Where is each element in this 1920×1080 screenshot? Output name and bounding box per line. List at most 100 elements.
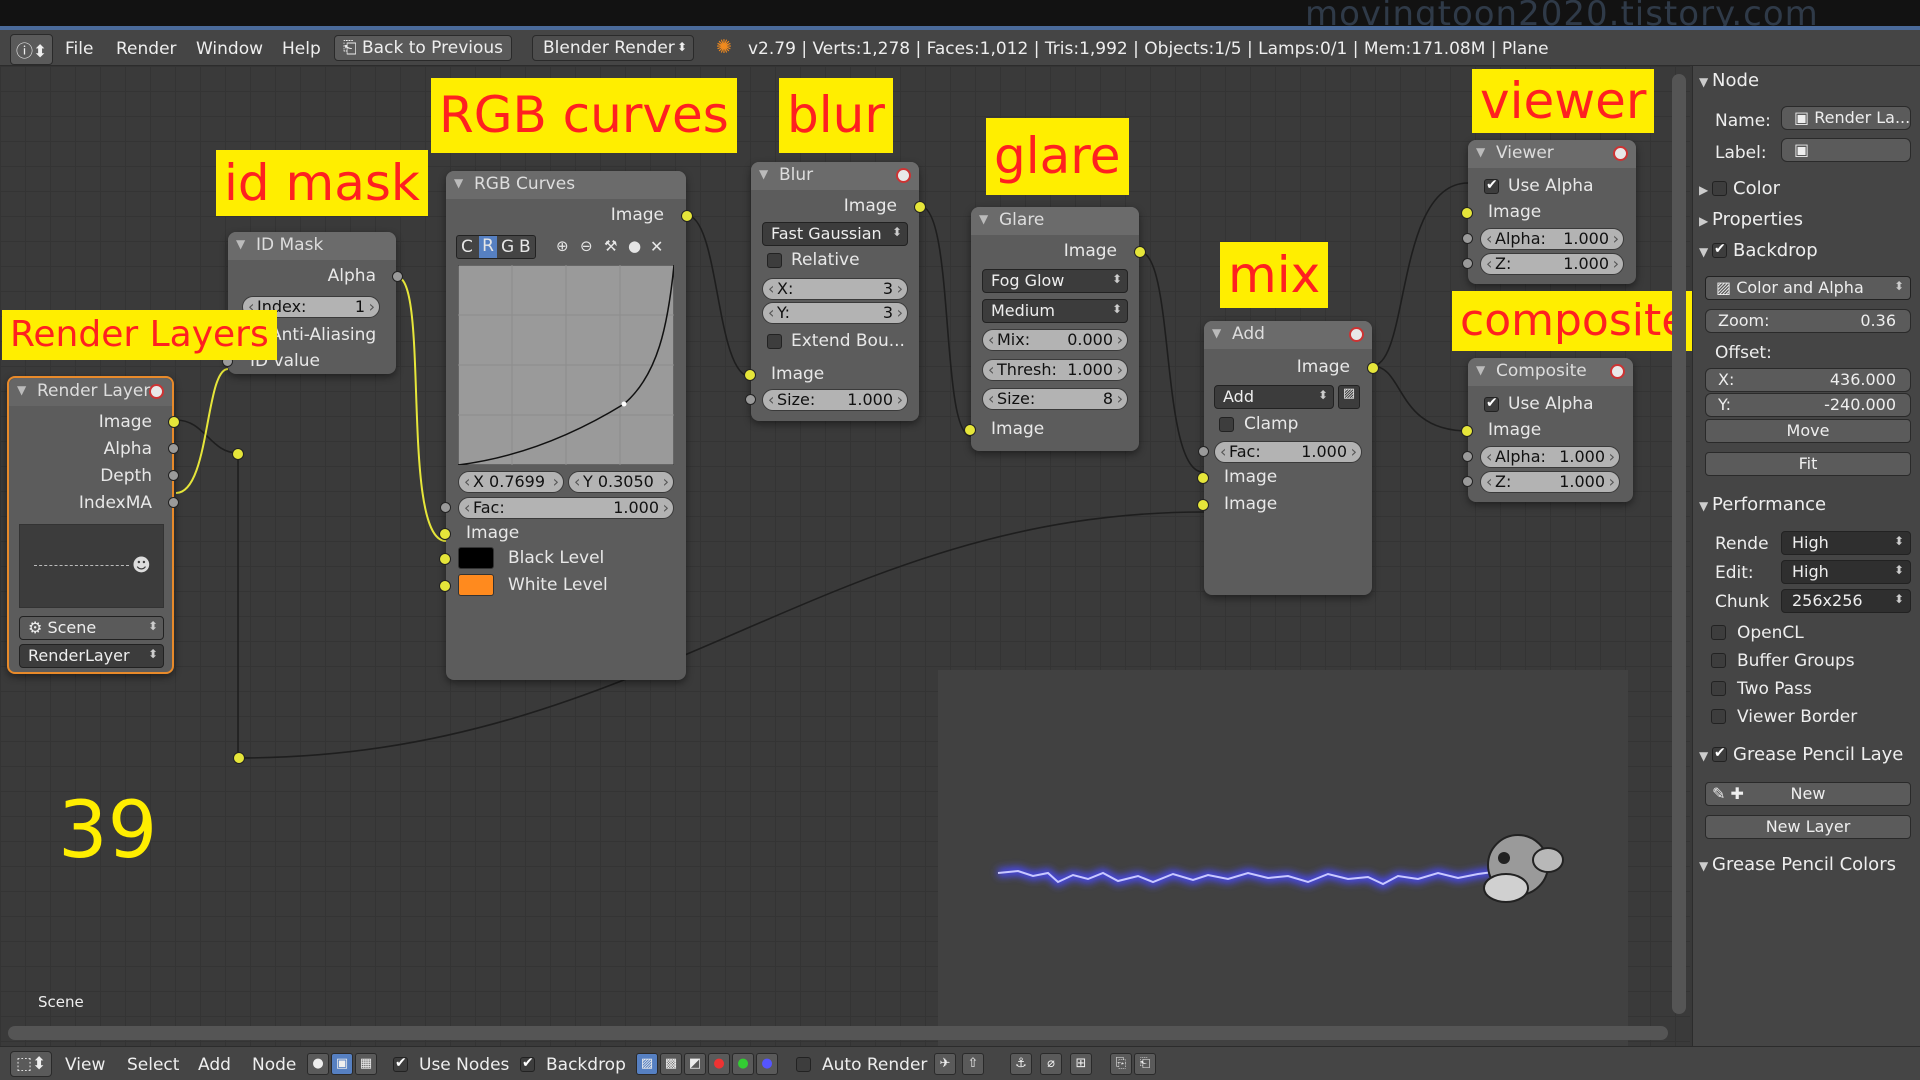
id-mask-node-header[interactable]: ID Mask: [228, 232, 396, 260]
new-layer-button[interactable]: New Layer: [1705, 815, 1911, 839]
render-layers-node-header[interactable]: Render Layers: [9, 378, 172, 406]
input-image-socket[interactable]: [1461, 207, 1473, 219]
backdrop-channels-dropdown[interactable]: ▨ Color and Alpha: [1705, 276, 1911, 300]
green-channel-icon[interactable]: ●: [732, 1053, 754, 1075]
input-size-socket[interactable]: [745, 394, 756, 405]
opencl-checkbox[interactable]: [1711, 625, 1726, 640]
use-alpha-toggle-icon[interactable]: ▨: [1338, 385, 1360, 409]
go-to-parent-icon[interactable]: ⇧: [962, 1053, 984, 1075]
menu-view[interactable]: View: [65, 1055, 105, 1075]
output-alpha-socket[interactable]: [168, 443, 179, 454]
clamp-checkbox[interactable]: [1219, 417, 1234, 432]
viewer-z-field[interactable]: Z: 1.000: [1480, 253, 1624, 275]
input-image-2-socket[interactable]: [1197, 499, 1209, 511]
glare-type-dropdown[interactable]: Fog Glow: [982, 269, 1128, 293]
snap-element-icon[interactable]: ⊞: [1070, 1053, 1092, 1075]
back-to-previous-button[interactable]: ⎗ Back to Previous: [334, 35, 513, 61]
scene-selector[interactable]: ⚙ Scene: [19, 616, 164, 640]
output-image-socket[interactable]: [168, 416, 180, 428]
curve-x-readout[interactable]: X 0.7699: [458, 471, 564, 493]
input-alpha-socket[interactable]: [1462, 233, 1473, 244]
output-depth-socket[interactable]: [168, 470, 179, 481]
extend-bounds-checkbox[interactable]: [767, 334, 782, 349]
info-editor-icon[interactable]: ⓘ⬍: [10, 34, 54, 65]
blur-node-header[interactable]: Blur: [751, 162, 919, 190]
pin-icon[interactable]: ✈: [934, 1053, 956, 1075]
editor-type-icon[interactable]: ⬚⬍: [10, 1051, 53, 1077]
input-alpha-socket[interactable]: [1462, 451, 1473, 462]
output-image-socket[interactable]: [914, 201, 926, 213]
menu-node[interactable]: Node: [252, 1055, 296, 1075]
channel-r-tab[interactable]: R: [479, 236, 497, 258]
horizontal-scrollbar[interactable]: [8, 1026, 1668, 1040]
channel-b-tab[interactable]: B: [519, 237, 531, 257]
backdrop-checkbox[interactable]: [1712, 241, 1728, 258]
vertical-scrollbar[interactable]: [1672, 74, 1686, 1014]
backdrop-zoom-field[interactable]: Zoom: 0.36: [1705, 309, 1911, 333]
curve-graph[interactable]: [458, 265, 674, 465]
edit-quality-dropdown[interactable]: High: [1781, 560, 1911, 584]
buffer-groups-checkbox[interactable]: [1711, 653, 1726, 668]
snap-target-icon[interactable]: ⌀: [1040, 1053, 1062, 1075]
color-checkbox[interactable]: [1712, 181, 1728, 196]
auto-render-checkbox[interactable]: [796, 1057, 811, 1072]
grease-pencil-layers-checkbox[interactable]: [1712, 745, 1728, 762]
black-level-swatch[interactable]: [458, 547, 494, 569]
output-image-socket[interactable]: [681, 210, 693, 222]
red-channel-icon[interactable]: ●: [708, 1053, 730, 1075]
render-quality-dropdown[interactable]: High: [1781, 531, 1911, 555]
viewer-use-alpha-checkbox[interactable]: [1484, 177, 1499, 194]
viewer-node-header[interactable]: Viewer: [1468, 140, 1636, 168]
menu-select[interactable]: Select: [127, 1055, 179, 1075]
offset-y-field[interactable]: Y: -240.000: [1705, 393, 1911, 417]
composite-node-header[interactable]: Composite: [1468, 358, 1633, 386]
node-preview-icon[interactable]: [1610, 364, 1625, 379]
glare-node[interactable]: Glare Image Fog Glow Medium Mix: 0.000 Th…: [964, 207, 1146, 451]
color-panel-header[interactable]: Color: [1699, 178, 1780, 199]
composite-node[interactable]: Composite Use Alpha Image Alpha: 1.000 Z:…: [1461, 358, 1633, 502]
node-preview-icon[interactable]: [896, 168, 911, 183]
input-image-socket[interactable]: [439, 528, 451, 540]
curve-y-readout[interactable]: Y 0.3050: [568, 471, 674, 493]
node-preview-icon[interactable]: [1613, 146, 1628, 161]
zoom-in-icon[interactable]: ⊕: [556, 237, 569, 255]
glare-size-field[interactable]: Size: 8: [982, 388, 1128, 410]
fit-button[interactable]: Fit: [1705, 452, 1911, 476]
input-black-level-socket[interactable]: [439, 553, 451, 565]
glare-node-header[interactable]: Glare: [971, 207, 1139, 235]
blur-node[interactable]: Blur Image Fast Gaussian Relative X: 3 Y:…: [744, 162, 926, 421]
composite-use-alpha-checkbox[interactable]: [1484, 395, 1499, 412]
new-grease-pencil-button[interactable]: ✎ ✚ New: [1705, 782, 1911, 806]
mix-fac-field[interactable]: Fac: 1.000: [1214, 441, 1362, 463]
channel-g-tab[interactable]: G: [501, 237, 514, 257]
composite-z-field[interactable]: Z: 1.000: [1480, 471, 1620, 493]
mix-node[interactable]: Add Image Add ▨ Clamp Fac: 1.000 Image Im…: [1197, 321, 1379, 595]
white-level-swatch[interactable]: [458, 574, 494, 596]
performance-panel-header[interactable]: Performance: [1699, 494, 1826, 515]
backdrop-panel-header[interactable]: Backdrop: [1699, 240, 1818, 261]
color-alpha-icon[interactable]: ▨: [636, 1053, 658, 1075]
snap-icon[interactable]: ⚓: [1010, 1053, 1032, 1075]
blur-x-field[interactable]: X: 3: [762, 278, 908, 300]
composite-alpha-field[interactable]: Alpha: 1.000: [1480, 446, 1620, 468]
input-image-1-socket[interactable]: [1197, 472, 1209, 484]
node-preview-icon[interactable]: [1349, 327, 1364, 342]
input-white-level-socket[interactable]: [439, 580, 451, 592]
reroute-node[interactable]: [233, 752, 245, 764]
channel-c-tab[interactable]: C: [461, 237, 473, 257]
shader-nodes-icon[interactable]: ●: [307, 1053, 329, 1075]
two-pass-checkbox[interactable]: [1711, 681, 1726, 696]
input-fac-socket[interactable]: [1198, 446, 1209, 457]
menu-window[interactable]: Window: [196, 39, 263, 59]
alpha-icon[interactable]: ▩: [660, 1053, 682, 1075]
reroute-node[interactable]: [232, 448, 244, 460]
menu-render[interactable]: Render: [116, 39, 177, 59]
mix-node-header[interactable]: Add: [1204, 321, 1372, 349]
rgb-curves-node[interactable]: RGB Curves Image C R G B ⊕ ⊖ ⚒ ● ✕ X 0.7…: [439, 171, 693, 680]
menu-add[interactable]: Add: [198, 1055, 231, 1075]
output-image-socket[interactable]: [1367, 362, 1379, 374]
blur-size-field[interactable]: Size: 1.000: [762, 389, 908, 411]
node-label-field[interactable]: ▣: [1781, 138, 1911, 162]
viewer-node[interactable]: Viewer Use Alpha Image Alpha: 1.000 Z: 1.0…: [1461, 140, 1636, 284]
copy-icon[interactable]: ⎘: [1110, 1053, 1132, 1075]
